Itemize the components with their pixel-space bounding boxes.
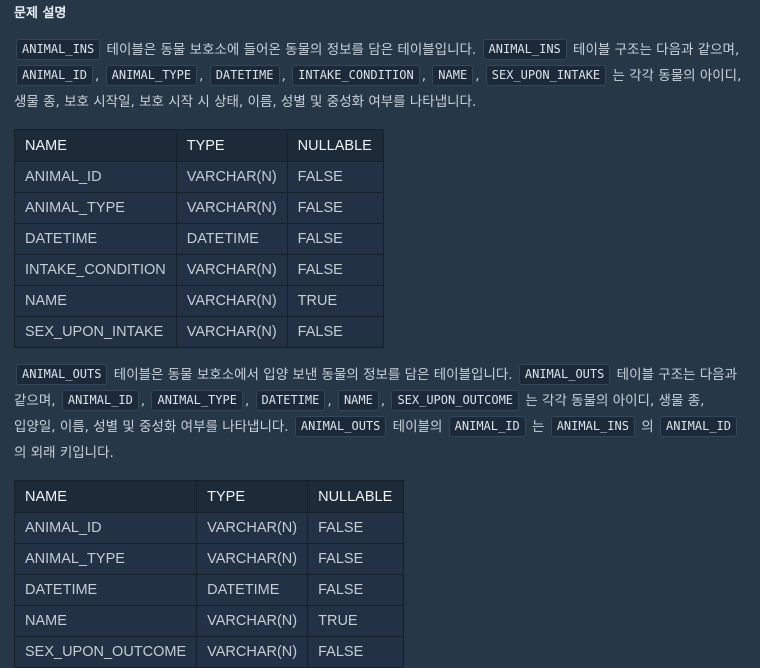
cell-nullable: TRUE <box>307 605 405 637</box>
table-row: ANIMAL_ID VARCHAR(N) FALSE <box>13 512 405 544</box>
inline-code: NAME <box>432 65 474 86</box>
cell-type: VARCHAR(N) <box>175 254 288 286</box>
inline-code: ANIMAL_OUTS <box>518 364 611 385</box>
paragraph-text: 의 <box>636 419 658 435</box>
paragraph-text: , <box>380 393 390 409</box>
cell-nullable: FALSE <box>307 636 405 668</box>
inline-code: ANIMAL_TYPE <box>151 390 243 411</box>
cell-type: DATETIME <box>175 223 288 255</box>
cell-name: ANIMAL_TYPE <box>14 192 177 224</box>
inline-code: ANIMAL_ID <box>659 416 737 437</box>
table-row: DATETIME DATETIME FALSE <box>14 223 384 255</box>
paragraph-text: 테이블의 <box>388 419 447 435</box>
cell-name: DATETIME <box>14 223 177 255</box>
cell-nullable: FALSE <box>286 254 384 286</box>
table-row: NAME VARCHAR(N) TRUE <box>13 605 405 637</box>
cell-name: SEX_UPON_OUTCOME <box>13 636 198 668</box>
cell-name: INTAKE_CONDITION <box>14 254 177 286</box>
cell-type: VARCHAR(N) <box>175 285 288 317</box>
table-row: SEX_UPON_INTAKE VARCHAR(N) FALSE <box>14 316 384 348</box>
inline-code: DATETIME <box>209 65 280 86</box>
animal-outs-schema-table: NAME TYPE NULLABLE ANIMAL_ID VARCHAR(N) … <box>13 480 405 668</box>
cell-type: VARCHAR(N) <box>196 512 309 544</box>
cell-nullable: FALSE <box>307 512 405 544</box>
cell-type: VARCHAR(N) <box>196 543 309 575</box>
animal-ins-description: ANIMAL_INS 테이블은 동물 보호소에 들어온 동물의 정보를 담은 테… <box>14 37 746 115</box>
cell-name: NAME <box>13 605 198 637</box>
table-row: DATETIME DATETIME FALSE <box>13 574 405 606</box>
column-header-name: NAME <box>13 480 198 513</box>
cell-nullable: FALSE <box>307 543 405 575</box>
table-row: INTAKE_CONDITION VARCHAR(N) FALSE <box>14 254 384 286</box>
inline-code: ANIMAL_ID <box>61 390 139 411</box>
cell-type: VARCHAR(N) <box>196 636 309 668</box>
cell-type: VARCHAR(N) <box>175 161 288 193</box>
inline-code: ANIMAL_INS <box>482 39 567 60</box>
inline-code: DATETIME <box>255 390 326 411</box>
paragraph-text: 테이블은 동물 보호소에서 입양 보낸 동물의 정보를 담은 테이블입니다. <box>109 367 517 383</box>
paragraph-text: , <box>140 393 150 409</box>
inline-code: ANIMAL_INS <box>550 416 635 437</box>
animal-outs-description: ANIMAL_OUTS 테이블은 동물 보호소에서 입양 보낸 동물의 정보를 … <box>14 362 746 466</box>
inline-code: ANIMAL_INS <box>16 39 101 60</box>
table-row: NAME VARCHAR(N) TRUE <box>14 285 384 317</box>
cell-nullable: FALSE <box>286 223 384 255</box>
paragraph-text: 는 <box>527 419 549 435</box>
inline-code: NAME <box>337 390 379 411</box>
inline-code: ANIMAL_ID <box>448 416 526 437</box>
paragraph-text: 테이블은 동물 보호소에 들어온 동물의 정보를 담은 테이블입니다. <box>102 42 481 58</box>
paragraph-text: , <box>95 68 104 84</box>
paragraph-text: , <box>327 393 336 409</box>
cell-name: SEX_UPON_INTAKE <box>14 316 177 348</box>
column-header-type: TYPE <box>175 129 288 162</box>
cell-nullable: FALSE <box>307 574 405 606</box>
paragraph-text: , <box>244 393 254 409</box>
cell-type: VARCHAR(N) <box>175 316 288 348</box>
table-row: SEX_UPON_OUTCOME VARCHAR(N) FALSE <box>13 636 405 668</box>
cell-name: DATETIME <box>13 574 198 606</box>
problem-description: 문제 설명 ANIMAL_INS 테이블은 동물 보호소에 들어온 동물의 정보… <box>0 0 760 668</box>
table-row: ANIMAL_TYPE VARCHAR(N) FALSE <box>13 543 405 575</box>
inline-code: SEX_UPON_OUTCOME <box>391 390 520 411</box>
inline-code: ANIMAL_OUTS <box>16 364 108 385</box>
paragraph-text: , <box>199 68 208 84</box>
column-header-nullable: NULLABLE <box>286 129 384 162</box>
cell-nullable: TRUE <box>286 285 384 317</box>
cell-name: ANIMAL_TYPE <box>13 543 198 575</box>
cell-name: ANIMAL_ID <box>14 161 177 193</box>
cell-nullable: FALSE <box>286 161 384 193</box>
cell-type: DATETIME <box>196 574 309 606</box>
column-header-type: TYPE <box>196 480 309 513</box>
section-title: 문제 설명 <box>14 6 67 21</box>
cell-name: NAME <box>14 285 177 317</box>
paragraph-text: , <box>281 68 291 84</box>
cell-nullable: FALSE <box>286 192 384 224</box>
paragraph-text: 의 외래 키입니다. <box>14 445 114 461</box>
inline-code: ANIMAL_OUTS <box>294 416 387 437</box>
inline-code: SEX_UPON_INTAKE <box>485 65 607 86</box>
cell-name: ANIMAL_ID <box>13 512 198 544</box>
table-row: ANIMAL_ID VARCHAR(N) FALSE <box>14 161 384 193</box>
cell-type: VARCHAR(N) <box>175 192 288 224</box>
paragraph-text: , <box>421 68 431 84</box>
paragraph-text: 테이블 구조는 다음과 같으며, <box>568 42 740 58</box>
inline-code: ANIMAL_ID <box>16 65 94 86</box>
table-row: ANIMAL_TYPE VARCHAR(N) FALSE <box>14 192 384 224</box>
table-header-row: NAME TYPE NULLABLE <box>13 480 405 513</box>
paragraph-text: , <box>475 68 484 84</box>
animal-ins-schema-table: NAME TYPE NULLABLE ANIMAL_ID VARCHAR(N) … <box>14 129 384 348</box>
inline-code: ANIMAL_TYPE <box>105 65 198 86</box>
column-header-name: NAME <box>14 129 177 162</box>
table-header-row: NAME TYPE NULLABLE <box>14 129 384 162</box>
inline-code: INTAKE_CONDITION <box>292 65 420 86</box>
cell-nullable: FALSE <box>286 316 384 348</box>
column-header-nullable: NULLABLE <box>307 480 405 513</box>
cell-type: VARCHAR(N) <box>196 605 309 637</box>
